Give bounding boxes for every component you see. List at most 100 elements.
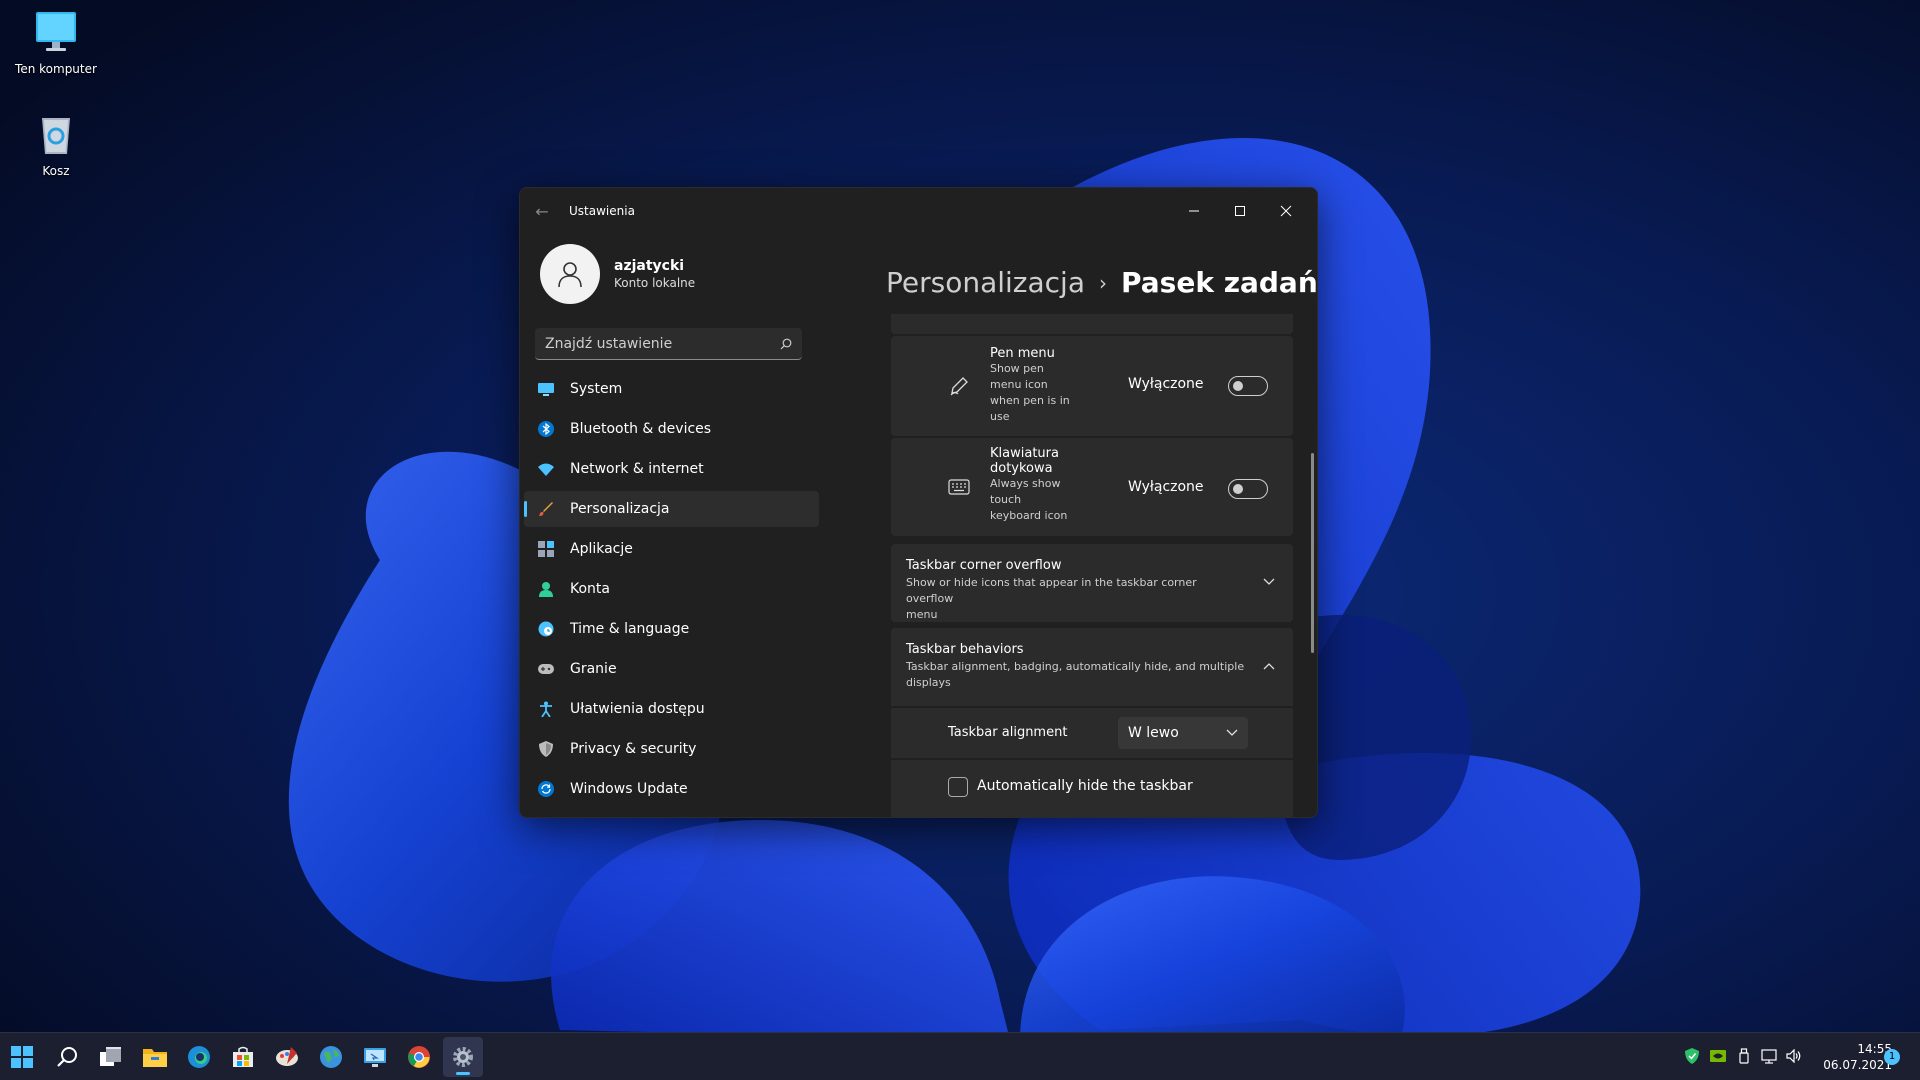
sidebar-item-label: Aplikacje	[570, 541, 633, 557]
store-icon	[233, 1046, 253, 1067]
usb-device-icon	[1739, 1048, 1749, 1064]
sidebar-item-network[interactable]: Network & internet	[524, 451, 819, 487]
gpu-tray-icon[interactable]	[1709, 1047, 1727, 1065]
accessibility-icon	[538, 701, 554, 717]
maximize-button[interactable]	[1217, 196, 1263, 226]
search-input[interactable]: Znajdź ustawienie	[535, 328, 802, 360]
pen-icon	[947, 374, 971, 398]
close-button[interactable]	[1263, 196, 1309, 226]
back-button[interactable]: ←	[532, 202, 552, 222]
active-indicator	[456, 1072, 470, 1075]
setting-title: Pen menu	[990, 346, 1055, 361]
setting-row-autohide: Automatically hide the taskbar	[891, 760, 1293, 817]
search-button[interactable]	[47, 1037, 87, 1077]
sidebar-item-gaming[interactable]: Granie	[524, 651, 819, 687]
setting-subtitle-line: keyboard icon	[990, 509, 1068, 522]
desktop-icon-label: Kosz	[42, 164, 70, 178]
sidebar-item-label: Bluetooth & devices	[570, 421, 712, 437]
setting-subtitle-line: Show pen	[990, 362, 1044, 375]
sidebar-item-label: System	[570, 381, 623, 397]
toggle-knob	[1233, 381, 1243, 391]
chevron-down-icon	[1226, 729, 1238, 736]
corner-overflow-expander[interactable]: Taskbar corner overflow Show or hide ico…	[891, 544, 1293, 622]
touch-keyboard-toggle[interactable]	[1228, 479, 1268, 499]
sidebar-item-label: Personalizacja	[570, 501, 670, 517]
notification-badge[interactable]: 1	[1884, 1049, 1900, 1065]
start-button[interactable]	[2, 1037, 42, 1077]
setting-subtitle-line: Always show	[990, 477, 1061, 490]
network-icon	[1761, 1049, 1777, 1064]
setting-title-line: Klawiatura	[990, 446, 1059, 461]
avatar	[540, 244, 600, 304]
speaker-icon	[1786, 1049, 1801, 1063]
desktop-icon-this-pc[interactable]: Ten komputer	[8, 8, 104, 76]
sidebar-item-system[interactable]: System	[524, 371, 819, 407]
settings-button[interactable]	[443, 1037, 483, 1077]
globe-app-button[interactable]	[311, 1037, 351, 1077]
folder-icon	[143, 1049, 167, 1067]
scrollbar-thumb[interactable]	[1311, 453, 1314, 653]
sidebar-item-accessibility[interactable]: Ułatwienia dostępu	[524, 691, 819, 727]
chrome-button[interactable]	[399, 1037, 439, 1077]
desktop-icon-recycle-bin[interactable]: Kosz	[8, 110, 104, 178]
usb-tray-icon[interactable]	[1735, 1047, 1753, 1065]
sidebar-item-label: Konta	[570, 581, 610, 597]
pen-menu-toggle[interactable]	[1228, 376, 1268, 396]
remote-desktop-button[interactable]	[355, 1037, 395, 1077]
monitor-icon	[538, 381, 554, 397]
paint-button[interactable]	[267, 1037, 307, 1077]
sidebar-item-apps[interactable]: Aplikacje	[524, 531, 819, 567]
autohide-checkbox[interactable]	[948, 777, 968, 797]
paint-icon	[276, 1047, 298, 1066]
setting-subtitle-line: menu icon	[990, 378, 1048, 391]
setting-row-alignment: Taskbar alignment W lewo	[891, 708, 1293, 758]
network-tray-icon[interactable]	[1761, 1047, 1779, 1065]
minimize-button[interactable]	[1171, 196, 1217, 226]
person-icon	[558, 262, 582, 288]
edge-button[interactable]	[179, 1037, 219, 1077]
sidebar-item-label: Windows Update	[570, 781, 688, 797]
search-placeholder: Znajdź ustawienie	[545, 335, 673, 352]
sidebar-item-personalization[interactable]: Personalizacja	[524, 491, 819, 527]
settings-content: Pen menu Show pen menu icon when pen is …	[891, 314, 1293, 817]
chevron-up-icon	[1263, 663, 1275, 670]
maximize-icon	[1235, 206, 1245, 216]
setting-title-line: dotykowa	[990, 461, 1053, 476]
user-profile[interactable]: azjatycki Konto lokalne	[540, 243, 695, 305]
volume-tray-icon[interactable]	[1785, 1047, 1803, 1065]
shield-check-icon	[1685, 1048, 1699, 1064]
breadcrumb-parent[interactable]: Personalizacja	[886, 266, 1085, 299]
defender-tray-icon[interactable]	[1683, 1047, 1701, 1065]
toggle-knob	[1233, 484, 1243, 494]
globe-clock-icon	[538, 621, 554, 637]
chrome-icon	[408, 1046, 430, 1068]
clock-time: 14:55	[1857, 1042, 1892, 1056]
globe-icon	[320, 1046, 342, 1068]
clock[interactable]: 14:55 06.07.2021	[1808, 1041, 1892, 1073]
user-name: azjatycki	[614, 258, 685, 274]
behaviors-expander[interactable]: Taskbar behaviors Taskbar alignment, bad…	[891, 628, 1293, 706]
sidebar-item-windows-update[interactable]: Windows Update	[524, 771, 819, 807]
page-title: Pasek zadań	[1121, 266, 1318, 299]
monitor-icon	[32, 8, 80, 56]
store-button[interactable]	[223, 1037, 263, 1077]
sidebar-item-time-language[interactable]: Time & language	[524, 611, 819, 647]
alignment-dropdown[interactable]: W lewo	[1118, 717, 1248, 749]
alignment-label: Taskbar alignment	[948, 725, 1068, 740]
account-type: Konto lokalne	[614, 276, 696, 290]
sidebar-item-label: Granie	[570, 661, 617, 677]
close-icon	[1280, 205, 1292, 217]
setting-subtitle-line: Show or hide icons that appear in the ta…	[906, 576, 1197, 605]
sidebar-item-privacy[interactable]: Privacy & security	[524, 731, 819, 767]
clock-date: 06.07.2021	[1823, 1058, 1892, 1072]
shield-icon	[538, 741, 554, 757]
task-view-button[interactable]	[91, 1037, 131, 1077]
setting-subtitle-line: when pen is in	[990, 394, 1070, 407]
apps-icon	[538, 541, 554, 557]
sidebar-item-accounts[interactable]: Konta	[524, 571, 819, 607]
file-explorer-button[interactable]	[135, 1037, 175, 1077]
setting-title: Taskbar behaviors	[906, 642, 1024, 657]
setting-subtitle-line: use	[990, 410, 1010, 423]
sidebar-item-bluetooth[interactable]: Bluetooth & devices	[524, 411, 819, 447]
minimize-icon	[1189, 210, 1199, 212]
